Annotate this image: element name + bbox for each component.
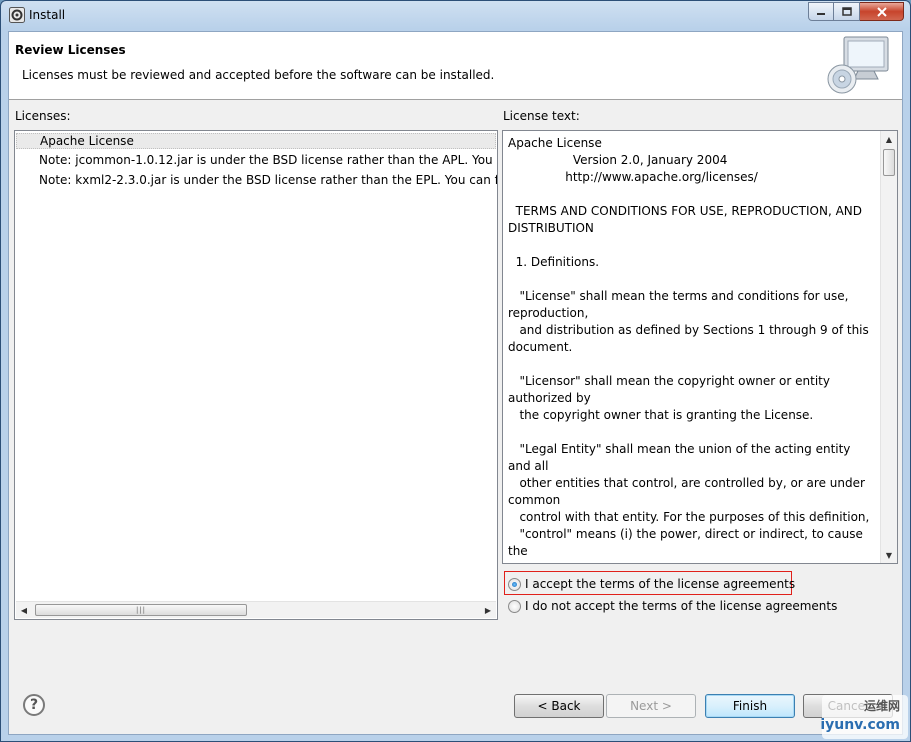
decline-radio-option[interactable]: I do not accept the terms of the license… — [508, 599, 837, 613]
finish-button[interactable]: Finish — [705, 694, 795, 718]
computer-cd-icon — [827, 36, 889, 94]
page-title: Review Licenses — [15, 43, 126, 57]
minimize-button[interactable] — [808, 2, 834, 21]
watermark-text-cn: 运维网 — [863, 699, 900, 713]
horizontal-scrollbar[interactable]: ◀ ||| ▶ — [16, 601, 496, 618]
license-text-line: and distribution as defined by Sections … — [508, 323, 873, 354]
window-controls — [808, 2, 904, 21]
scroll-up-icon[interactable]: ▲ — [881, 131, 897, 147]
license-text-line — [508, 424, 876, 441]
license-text-line: "Legal Entity" shall mean the union of t… — [508, 442, 855, 473]
accept-radio-label[interactable]: I accept the terms of the license agreem… — [525, 577, 795, 591]
licenses-tree[interactable]: Apache License Note: jcommon-1.0.12.jar … — [14, 130, 498, 620]
install-dialog-window: Install Review Licenses Licenses must be… — [0, 0, 911, 742]
license-text-line — [508, 237, 876, 254]
license-text-line — [508, 271, 876, 288]
license-text-area[interactable]: Apache License Version 2.0, January 2004… — [502, 130, 898, 564]
license-text-line: the copyright owner that is granting the… — [508, 408, 814, 422]
license-text-line — [508, 356, 876, 373]
vertical-scrollbar[interactable]: ▲ ▼ — [880, 131, 897, 563]
license-text-body: Apache License Version 2.0, January 2004… — [508, 135, 876, 560]
watermark-text-url: iyunv.com — [820, 717, 900, 733]
back-button[interactable]: < Back — [514, 694, 604, 718]
horizontal-scroll-thumb[interactable]: ||| — [35, 604, 247, 616]
license-text-line: control with that entity. For the purpos… — [508, 510, 870, 524]
accept-radio-option[interactable]: I accept the terms of the license agreem… — [508, 577, 795, 591]
license-text-line: TERMS AND CONDITIONS FOR USE, REPRODUCTI… — [508, 204, 866, 235]
vertical-scroll-thumb[interactable] — [883, 149, 895, 176]
page-description: Licenses must be reviewed and accepted b… — [22, 68, 495, 82]
eclipse-gear-icon — [9, 7, 25, 23]
license-text-line: Version 2.0, January 2004 — [508, 153, 728, 167]
license-item-apache[interactable]: Apache License — [16, 133, 496, 149]
decline-radio-button[interactable] — [508, 599, 521, 613]
site-watermark: 运维网 iyunv.com — [820, 695, 908, 739]
license-text-line: "Licensor" shall mean the copyright owne… — [508, 374, 834, 405]
window-title: Install — [29, 8, 66, 22]
accept-radio-button[interactable] — [508, 577, 521, 591]
license-text-line: 1. Definitions. — [508, 255, 600, 269]
license-text-line: other entities that control, are control… — [508, 476, 869, 507]
license-item-jcommon-note[interactable]: Note: jcommon-1.0.12.jar is under the BS… — [39, 153, 497, 167]
decline-radio-label[interactable]: I do not accept the terms of the license… — [525, 599, 837, 613]
scroll-right-icon[interactable]: ▶ — [480, 602, 496, 618]
maximize-button[interactable] — [834, 2, 860, 21]
maximize-icon — [841, 7, 852, 16]
close-icon — [876, 6, 887, 17]
next-button[interactable]: Next > — [606, 694, 696, 718]
license-text-line: Apache License — [508, 136, 602, 150]
license-text-line — [508, 186, 876, 203]
license-text-label: License text: — [503, 109, 580, 123]
wizard-header: Review Licenses Licenses must be reviewe… — [9, 32, 902, 100]
license-item-kxml2-note[interactable]: Note: kxml2-2.3.0.jar is under the BSD l… — [39, 173, 497, 187]
license-text-line: "License" shall mean the terms and condi… — [508, 289, 853, 320]
minimize-icon — [817, 12, 825, 15]
license-text-line: http://www.apache.org/licenses/ — [508, 170, 758, 184]
license-text-line: "control" means (i) the power, direct or… — [508, 527, 867, 558]
scroll-left-icon[interactable]: ◀ — [16, 602, 32, 618]
title-bar[interactable]: Install — [1, 1, 910, 31]
dialog-client-area: Review Licenses Licenses must be reviewe… — [8, 31, 903, 735]
scroll-down-icon[interactable]: ▼ — [881, 547, 897, 563]
help-icon[interactable]: ? — [23, 694, 45, 716]
licenses-label: Licenses: — [15, 109, 71, 123]
close-button[interactable] — [860, 2, 904, 21]
